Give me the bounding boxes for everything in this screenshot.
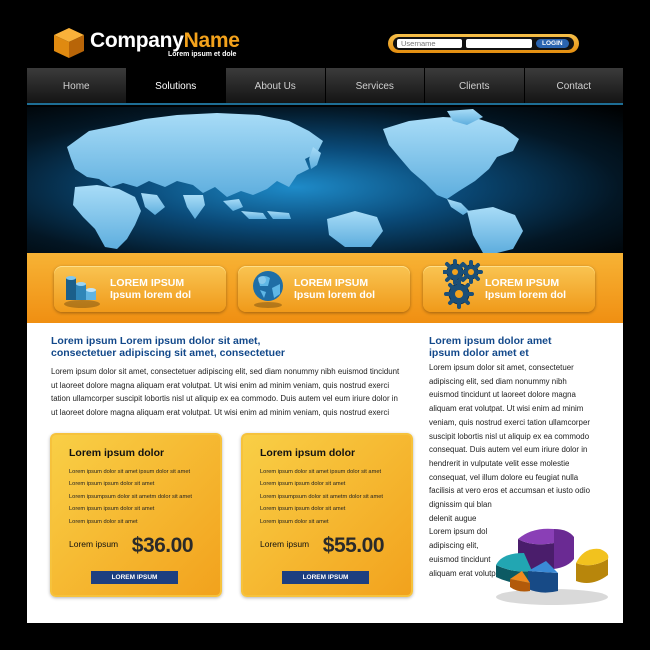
tagline: Lorem ipsum et dole [168, 51, 237, 58]
brand-company: Company [90, 29, 184, 52]
paragraph-line: Lorem ipsum dolor sit amet, consectetuer [429, 363, 574, 372]
paragraph-line: veniam, quis nostrud exerci tation ullam… [429, 417, 590, 427]
pricing-feature-item: Lorem ipsum dolor sit amet [260, 518, 329, 525]
feature-strip: LOREM IPSUM Ipsum lorem dol LOREM IPSUM … [27, 253, 623, 323]
sidebar-heading-line: ipsum dolor amet et [429, 347, 529, 359]
paragraph-line: suscipit lobortis nisl ut aliquip ex ea … [429, 431, 590, 441]
feature-card-3[interactable]: LOREM IPSUM Ipsum lorem dol [423, 259, 595, 312]
globe-icon [253, 271, 283, 308]
paragraph-line: consequat, vel illum dolore eu feugiat n… [429, 472, 579, 482]
pricing-feature-item: Lorem ipsum ipsum dolor sit amet [69, 506, 155, 513]
pricing-features: Lorem ipsum dolor sit amet ipsum dolor s… [69, 466, 192, 528]
login-bar: LOGIN [388, 34, 579, 53]
brand-name: CompanyName [90, 30, 240, 51]
feature-subtitle: Ipsum lorem dol [485, 289, 567, 301]
gears-icon [443, 259, 483, 309]
nav-contact[interactable]: Contact [525, 68, 624, 103]
pricing-feature-item: Lorem ipsum ipsum dolor sit amet [69, 481, 155, 488]
feature-title: LOREM IPSUM [294, 277, 369, 289]
feature-title: LOREM IPSUM [110, 277, 185, 289]
main-paragraph: Lorem ipsum dolor sit amet, consectetuer… [51, 365, 421, 420]
paragraph-line: hendrerit in vulputate velit esse molest… [429, 458, 570, 468]
pricing-feature-item: Lorem ipsum dolor sit amet ipsum dolor s… [260, 469, 382, 475]
main-nav: Home Solutions About Us Services Clients… [27, 68, 623, 105]
pricing-title: Lorem ipsum dolor [260, 447, 356, 459]
logo-cube-icon [54, 28, 84, 58]
content-area: Lorem ipsum Lorem ipsum dolor sit amet, … [27, 323, 623, 623]
login-inner: LOGIN [393, 37, 574, 50]
pricing-button[interactable]: LOREM IPSUM [282, 571, 369, 584]
paragraph-line: ut laoreet dolore magna aliquam erat vol… [51, 380, 390, 390]
feature-title: LOREM IPSUM [485, 277, 560, 289]
paragraph-line: ut laoreet dolore magna aliquam erat vol… [51, 408, 390, 418]
nav-home[interactable]: Home [27, 68, 127, 103]
feature-card-2[interactable]: LOREM IPSUM Ipsum lorem dol [238, 266, 410, 312]
pricing-feature-item: Lorem ipsum ipsum dolor sit amet [260, 481, 346, 488]
pricing-feature-item: Lorem ipsum dolor sit amet [69, 518, 138, 525]
nav-solutions[interactable]: Solutions [126, 68, 226, 103]
world-map-image [67, 109, 523, 253]
paragraph-line: euismod tincidunt ut laoreet dolore magn… [429, 390, 576, 400]
main-heading-line: consectetuer adipiscing sit amet, consec… [51, 347, 285, 359]
pricing-features: Lorem ipsum dolor sit amet ipsum dolor s… [260, 466, 383, 528]
nav-services[interactable]: Services [326, 68, 425, 103]
main-heading: Lorem ipsum Lorem ipsum dolor sit amet, … [51, 335, 441, 359]
brand-name-accent: Name [183, 29, 240, 52]
paragraph-line: facilisis at vero eros et accumsan et iu… [429, 486, 590, 496]
paragraph-line: tation ullamcorper suscipit lobortis nis… [51, 394, 398, 404]
password-input[interactable] [466, 39, 532, 48]
feature-subtitle: Ipsum lorem dol [294, 289, 376, 301]
feature-subtitle: Ipsum lorem dol [110, 289, 192, 301]
price-value: $55.00 [322, 534, 385, 557]
pie-chart-illustration [496, 528, 609, 605]
pricing-title: Lorem ipsum dolor [69, 447, 165, 459]
pricing-feature-item: Lorem ipsum dolor sit amet ipsum dolor s… [69, 469, 191, 475]
pricing-card-1: Lorem ipsum dolor Lorem ipsum dolor sit … [50, 433, 222, 597]
paragraph-line: aliquam erat volutpat. Ut wisi enim ad m… [429, 404, 584, 414]
sidebar-heading: Lorem ipsum dolor amet ipsum dolor amet … [429, 335, 609, 359]
feature-card-1[interactable]: LOREM IPSUM Ipsum lorem dol [54, 266, 226, 312]
nav-about-us[interactable]: About Us [226, 68, 326, 103]
price-value: $36.00 [131, 534, 194, 557]
nav-clients[interactable]: Clients [425, 68, 525, 103]
paragraph-line: Lorem ipsum dolor sit amet, consectetuer… [51, 367, 400, 376]
login-button[interactable]: LOGIN [536, 39, 569, 48]
username-input[interactable] [397, 39, 462, 48]
pricing-card-2: Lorem ipsum dolor Lorem ipsum dolor sit … [241, 433, 413, 597]
pricing-button[interactable]: LOREM IPSUM [91, 571, 178, 584]
price-label: Lorem ipsum [69, 539, 119, 549]
paragraph-line: adipiscing elit, sed diam nonummy nibh [429, 376, 567, 386]
pricing-feature-item: Lorem ipsumpsum dolor sit ametm dolor si… [260, 493, 383, 500]
pricing-feature-item: Lorem ipsumpsum dolor sit ametm dolor si… [69, 493, 192, 500]
paragraph-line: consequat. Duis autem vel eum iriure dol… [429, 445, 588, 455]
main-heading-line: Lorem ipsum Lorem ipsum dolor sit amet, [51, 335, 261, 347]
sidebar-heading-line: Lorem ipsum dolor amet [429, 335, 552, 347]
price-label: Lorem ipsum [260, 539, 310, 549]
hero-banner [27, 107, 623, 253]
pricing-feature-item: Lorem ipsum ipsum dolor sit amet [260, 506, 346, 513]
bar-chart-icon [64, 276, 100, 308]
